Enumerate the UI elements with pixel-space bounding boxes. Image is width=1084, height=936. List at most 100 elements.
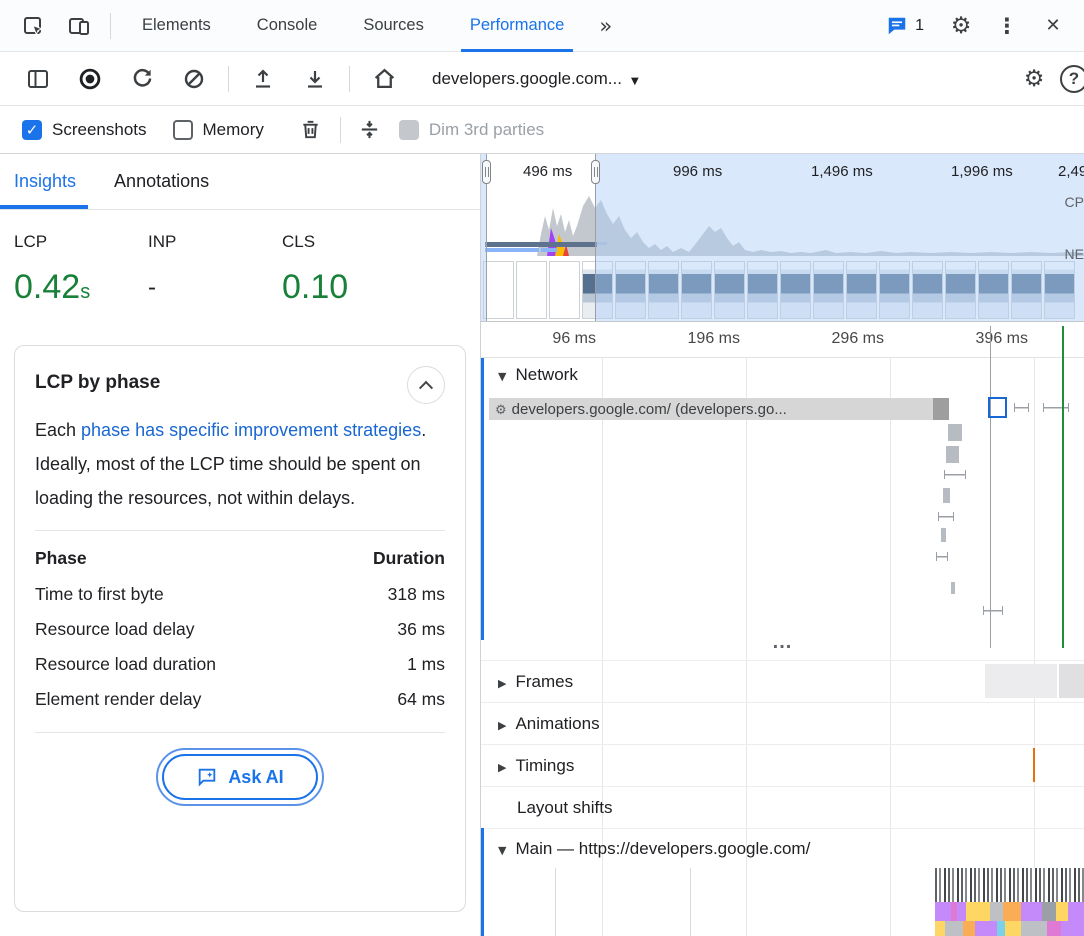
request-whisker[interactable] [944,470,966,479]
phase-duration: 36 ms [397,619,445,640]
request-whisker[interactable] [983,606,1003,615]
flame-segment[interactable] [966,902,990,921]
garbage-collect-icon[interactable] [290,109,332,151]
network-section-label: Network [515,365,577,385]
track-resize-handle[interactable]: ... [481,632,1084,652]
flame-segment[interactable] [1061,921,1084,936]
device-toolbar-icon[interactable] [56,7,102,45]
screenshots-checkbox[interactable] [22,120,42,140]
performance-toolbar: developers.google.com... ? [0,52,1084,106]
tab-elements[interactable]: Elements [119,0,234,52]
flame-segment[interactable] [975,921,997,936]
more-tabs-icon[interactable]: » [587,14,624,38]
tab-console[interactable]: Console [234,0,341,52]
frames-label: Frames [515,672,573,692]
flame-segment[interactable] [1003,902,1021,921]
collapse-card-button[interactable] [407,366,445,404]
collapse-rows-icon[interactable] [349,109,391,151]
reload-record-button[interactable] [116,58,168,100]
network-section-header[interactable]: Network [481,358,1084,392]
selection-handle-right[interactable] [591,160,600,184]
memory-label[interactable]: Memory [203,120,264,140]
tab-performance[interactable]: Performance [447,0,587,52]
flame-segment[interactable] [997,921,1005,936]
layout-shifts-track[interactable]: Layout shifts [481,786,1084,828]
flame-segment[interactable] [1047,921,1061,936]
network-row-label: NE [1065,246,1084,262]
main-thread-track[interactable]: Main — https://developers.google.com/ [481,828,1084,868]
capture-settings-gear-icon[interactable] [1008,58,1060,100]
memory-checkbox[interactable] [173,120,193,140]
flame-segment[interactable] [1056,902,1068,921]
help-icon[interactable]: ? [1060,65,1084,93]
inspect-icon[interactable] [10,7,56,45]
flame-segment[interactable] [1068,902,1084,921]
flame-segment[interactable] [963,921,975,936]
selection-handle-left[interactable] [482,160,491,184]
timing-marker[interactable] [1033,748,1035,782]
flame-segment[interactable] [1021,921,1047,936]
network-request-bar[interactable]: developers.google.com/ (developers.go... [489,398,949,420]
metric-lcp[interactable]: LCP 0.42s [14,232,148,307]
timeline-overview[interactable]: 496 ms 996 ms 1,496 ms 1,996 ms 2,49 CP … [481,154,1084,322]
cpu-row-label: CP [1065,194,1084,210]
request-whisker[interactable] [1014,403,1029,412]
phase-name: Resource load duration [35,654,216,675]
record-button[interactable] [64,58,116,100]
tab-sources[interactable]: Sources [340,0,447,52]
request-whisker[interactable] [936,552,948,561]
filmstrip-thumb[interactable] [483,261,514,319]
tab-insights[interactable]: Insights [14,154,76,209]
filmstrip-thumb[interactable] [516,261,547,319]
dim-third-parties-checkbox[interactable] [399,120,419,140]
timeline-ruler[interactable]: 96 ms 196 ms 296 ms 396 ms [481,322,1084,358]
dim-third-parties-label: Dim 3rd parties [429,120,544,140]
issues-badge[interactable]: 1 [886,15,924,37]
metric-inp[interactable]: INP - [148,232,282,307]
ai-chat-icon [196,766,218,788]
metric-cls[interactable]: CLS 0.10 [282,232,416,307]
filmstrip-thumb[interactable] [549,261,580,319]
flame-segment[interactable] [1005,921,1021,936]
upload-profile-icon[interactable] [237,58,289,100]
screenshots-label[interactable]: Screenshots [52,120,147,140]
capture-options-bar: Screenshots Memory Dim 3rd parties [0,106,1084,154]
download-profile-icon[interactable] [289,58,341,100]
frame-thumbnail[interactable] [985,664,1057,698]
flame-segment[interactable] [935,902,951,921]
flame-segment[interactable] [990,902,1003,921]
flame-segment[interactable] [935,921,945,936]
overview-time-label: 996 ms [673,163,722,180]
network-request-bar-small[interactable] [943,488,950,503]
request-whisker[interactable] [938,512,954,521]
flame-segment[interactable] [945,921,963,936]
frame-thumbnail[interactable] [1059,664,1084,698]
home-icon[interactable] [358,58,410,100]
flame-segment[interactable] [1042,902,1056,921]
flame-segment[interactable] [1021,902,1042,921]
history-url-selector[interactable]: developers.google.com... [432,69,639,89]
kebab-menu-icon[interactable] [984,7,1030,45]
main-thread-task-cluster[interactable] [935,868,1084,902]
network-request-bar-small[interactable] [946,446,959,463]
timings-track[interactable]: Timings [481,744,1084,786]
phase-row: Time to first byte318 ms [35,577,445,612]
close-icon[interactable] [1030,7,1076,45]
toggle-sidebar-icon[interactable] [12,58,64,100]
network-request-bar-small[interactable] [951,582,955,594]
flame-row-2 [935,921,1084,936]
separator [110,13,111,39]
animations-track[interactable]: Animations [481,702,1084,744]
request-gear-icon [495,401,507,418]
clear-button[interactable] [168,58,220,100]
selected-request-outline[interactable] [988,397,1007,418]
network-request-bar-small[interactable] [941,528,946,542]
improvement-strategies-link[interactable]: phase has specific improvement strategie… [81,420,421,440]
settings-gear-icon[interactable] [938,7,984,45]
tab-annotations[interactable]: Annotations [114,154,209,209]
request-whisker[interactable] [1043,403,1069,412]
ask-ai-button[interactable]: Ask AI [162,754,317,800]
network-request-bar-small[interactable] [948,424,962,441]
phase-row: Resource load duration1 ms [35,647,445,682]
flame-segment[interactable] [957,902,966,921]
